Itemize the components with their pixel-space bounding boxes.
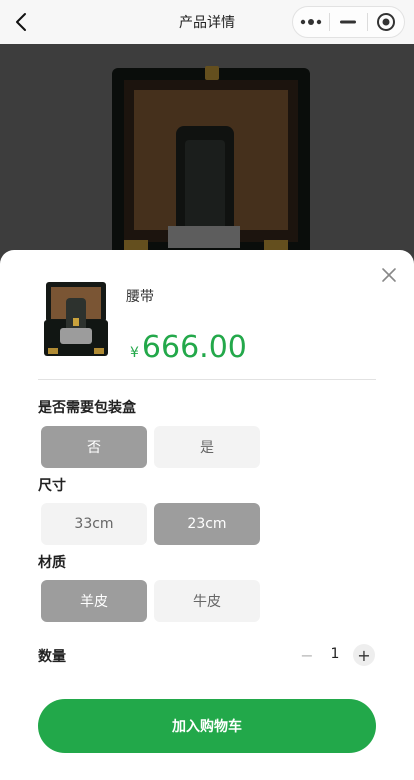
price-value: 666.00 (141, 330, 247, 365)
quantity-label: 数量 (38, 649, 66, 665)
option-title-packaging: 是否需要包装盒 (38, 400, 136, 416)
option-material-cowhide[interactable]: 牛皮 (154, 580, 260, 622)
option-size-33cm[interactable]: 33cm (41, 503, 147, 545)
divider (38, 379, 376, 380)
nav-bar: 产品详情 (0, 0, 414, 44)
minimize-button[interactable] (330, 7, 366, 37)
more-button[interactable] (293, 7, 329, 37)
option-title-size: 尺寸 (38, 478, 66, 494)
close-button[interactable] (380, 266, 398, 284)
sku-selector-sheet: 腰带 ¥ 666.00 是否需要包装盒 否 是 尺寸 33cm 23cm 材质 … (0, 250, 414, 780)
quantity-value: 1 (330, 646, 340, 662)
more-dots-icon (300, 19, 322, 25)
option-packaging-yes[interactable]: 是 (154, 426, 260, 468)
add-to-cart-button[interactable]: 加入购物车 (38, 699, 376, 753)
close-icon (382, 268, 396, 282)
product-thumbnail (40, 278, 112, 362)
quantity-plus-button[interactable]: + (353, 644, 375, 666)
belt-box-thumbnail (44, 282, 108, 356)
option-material-sheepskin[interactable]: 羊皮 (41, 580, 147, 622)
option-title-material: 材质 (38, 555, 66, 571)
exit-button[interactable] (368, 7, 404, 37)
option-packaging-no[interactable]: 否 (41, 426, 147, 468)
record-icon (376, 13, 395, 31)
product-name: 腰带 (126, 289, 154, 305)
currency-symbol: ¥ (130, 345, 139, 361)
mini-program-capsule (292, 6, 405, 38)
quantity-minus-button[interactable]: − (296, 644, 318, 666)
product-price: ¥ 666.00 (130, 330, 247, 365)
minimize-icon (340, 20, 357, 24)
option-size-23cm[interactable]: 23cm (154, 503, 260, 545)
